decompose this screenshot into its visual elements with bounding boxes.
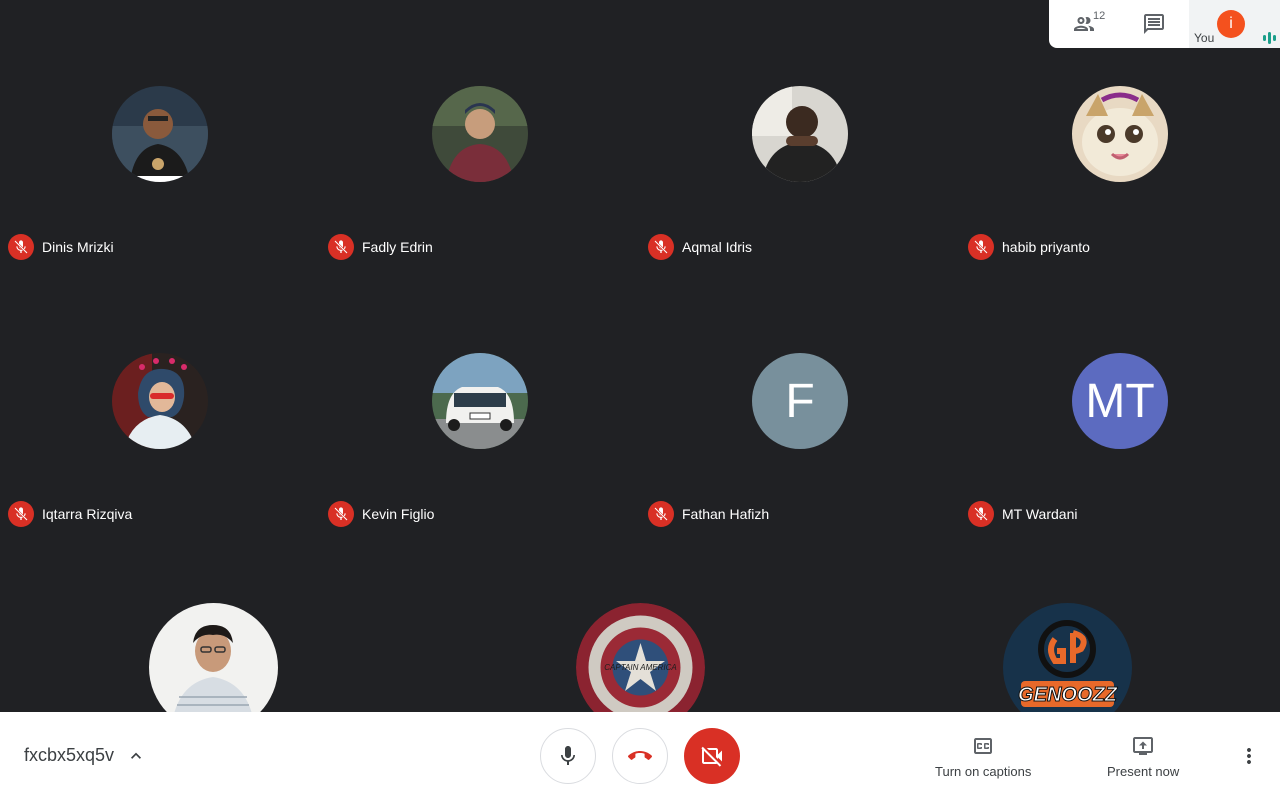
participant-tile[interactable]: MT MT Wardani xyxy=(960,267,1280,534)
participant-name: MT Wardani xyxy=(1002,506,1078,522)
meeting-details-button[interactable]: fxcbx5xq5v xyxy=(24,745,146,766)
participant-avatar-initials: F xyxy=(752,353,848,449)
mic-muted-icon xyxy=(648,234,674,260)
mic-muted-icon xyxy=(648,501,674,527)
participant-tile[interactable]: Kevin Figlio xyxy=(320,267,640,534)
participant-name: habib priyanto xyxy=(1002,239,1090,255)
participant-avatar xyxy=(432,86,528,182)
participant-tile[interactable]: F Fathan Hafizh xyxy=(640,267,960,534)
genoozz-logo-text: GENOOZZ xyxy=(1018,684,1118,706)
participants-count: 12 xyxy=(1093,10,1106,22)
participants-button[interactable]: 12 xyxy=(1049,0,1119,48)
participant-avatar xyxy=(112,86,208,182)
participant-name: Kevin Figlio xyxy=(362,506,435,522)
present-now-button[interactable]: Present now xyxy=(1107,734,1179,779)
camera-off-icon xyxy=(701,746,722,767)
participant-name: Fadly Edrin xyxy=(362,239,433,255)
mic-muted-icon xyxy=(968,234,994,260)
participant-name: Aqmal Idris xyxy=(682,239,753,255)
camera-button[interactable] xyxy=(684,728,740,784)
participant-tile[interactable]: Dinis Mrizki xyxy=(0,0,320,267)
closed-captions-icon xyxy=(974,738,993,754)
participant-name: Iqtarra Rizqiva xyxy=(42,506,133,522)
participant-name: Fathan Hafizh xyxy=(682,506,770,522)
mic-muted-icon xyxy=(8,234,34,260)
chat-icon xyxy=(1144,14,1164,34)
participant-tile[interactable]: Fadly Edrin xyxy=(320,0,640,267)
participant-tile[interactable]: Iqtarra Rizqiva xyxy=(0,267,320,534)
top-right-panel: 12 i You xyxy=(1049,0,1280,48)
participant-name: Dinis Mrizki xyxy=(42,239,114,255)
mic-icon xyxy=(561,746,575,765)
meeting-code: fxcbx5xq5v xyxy=(24,745,115,765)
captions-button[interactable]: Turn on captions xyxy=(935,734,1031,779)
participant-avatar xyxy=(149,603,278,712)
participant-avatar xyxy=(112,353,208,449)
participant-grid: Dinis Mrizki Fadly Edrin Aqmal Idris hab… xyxy=(0,0,1280,712)
mic-muted-icon xyxy=(968,501,994,527)
microphone-button[interactable] xyxy=(540,728,596,784)
chevron-up-icon xyxy=(131,752,142,759)
audio-level-icon xyxy=(1263,32,1276,44)
participant-avatar xyxy=(752,86,848,182)
self-view-tile[interactable]: i You xyxy=(1189,0,1280,48)
shield-text: CAPTAIN AMERICA xyxy=(604,663,676,672)
mic-muted-icon xyxy=(328,234,354,260)
participant-tile[interactable]: CAPTAIN AMERICA xyxy=(427,534,854,712)
participant-avatar xyxy=(1072,86,1168,182)
more-options-button[interactable] xyxy=(1237,744,1261,768)
chat-button[interactable] xyxy=(1119,0,1189,48)
self-avatar: i xyxy=(1217,10,1245,38)
bottom-toolbar: fxcbx5xq5v Turn on captions Present now xyxy=(0,712,1280,800)
present-screen-icon xyxy=(1133,737,1154,755)
participant-tile[interactable]: Aqmal Idris xyxy=(640,0,960,267)
captions-label: Turn on captions xyxy=(935,764,1032,779)
participant-tile[interactable] xyxy=(0,534,427,712)
participant-avatar: CAPTAIN AMERICA xyxy=(576,603,705,712)
hang-up-icon xyxy=(628,751,652,760)
more-vert-icon xyxy=(1247,748,1251,764)
self-label: You xyxy=(1194,31,1215,45)
mic-muted-icon xyxy=(328,501,354,527)
participant-avatar-initials: MT xyxy=(1072,353,1168,449)
participant-avatar: GENOOZZ xyxy=(1003,603,1132,712)
mic-muted-icon xyxy=(8,501,34,527)
leave-call-button[interactable] xyxy=(612,728,668,784)
participant-tile[interactable]: GENOOZZ xyxy=(854,534,1280,712)
participant-avatar xyxy=(432,353,528,449)
present-label: Present now xyxy=(1107,764,1180,779)
